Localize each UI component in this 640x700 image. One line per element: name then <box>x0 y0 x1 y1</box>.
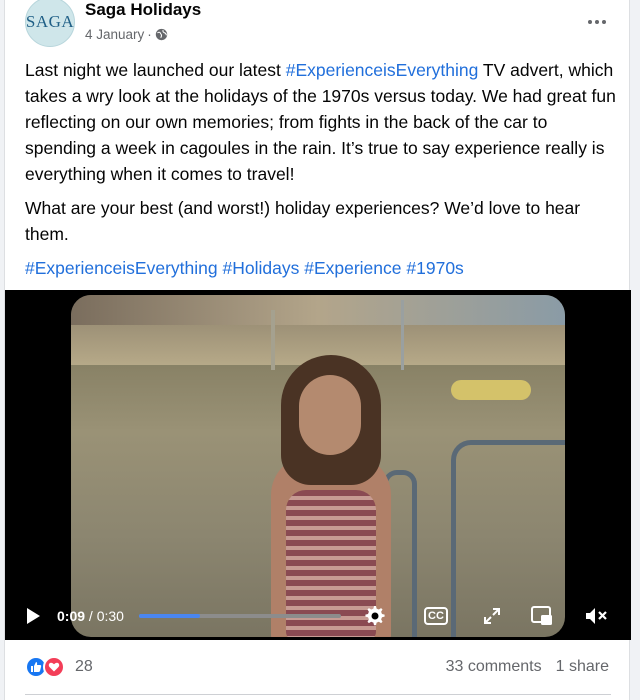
reactions-summary[interactable]: 28 <box>25 656 93 678</box>
reaction-count: 28 <box>75 658 93 675</box>
hashtag-link[interactable]: #ExperienceisEverything <box>286 60 479 80</box>
post-paragraph-1: Last night we launched our latest #Exper… <box>25 57 619 187</box>
hashtag-link[interactable]: #Experience <box>304 258 401 278</box>
hashtag-line: #ExperienceisEverything #Holidays #Exper… <box>25 255 619 281</box>
frame-pole <box>401 300 404 370</box>
progress-bar[interactable] <box>139 614 341 618</box>
more-dot <box>588 20 592 24</box>
play-icon[interactable] <box>23 606 43 626</box>
avatar[interactable]: SAGA <box>25 0 75 47</box>
post-header: SAGA Saga Holidays 4 January · <box>5 0 629 50</box>
frame-sky <box>71 295 565 325</box>
frame-pole <box>271 310 275 370</box>
mute-icon[interactable] <box>583 604 609 628</box>
engagement-stats: 33 comments 1 share <box>446 658 609 676</box>
progress-fill <box>139 614 200 618</box>
paragraph-text: Last night we launched our latest <box>25 60 286 80</box>
globe-icon[interactable] <box>155 28 168 41</box>
fullscreen-icon[interactable] <box>479 604 505 628</box>
post-date-link[interactable]: 4 January <box>85 27 144 42</box>
frame-boat <box>451 380 531 400</box>
love-icon <box>43 656 65 678</box>
settings-icon[interactable] <box>361 604 387 628</box>
page-name-link[interactable]: Saga Holidays <box>85 0 201 20</box>
more-options-button[interactable] <box>583 8 611 36</box>
video-player[interactable]: 0:09 / 0:30 CC <box>5 290 631 640</box>
hashtag-link[interactable]: #ExperienceisEverything <box>25 258 218 278</box>
video-time: 0:09 / 0:30 <box>57 608 124 624</box>
video-controls: 0:09 / 0:30 CC <box>5 602 631 630</box>
post-card: SAGA Saga Holidays 4 January · Last nigh… <box>4 0 631 700</box>
hashtag-link[interactable]: #1970s <box>406 258 463 278</box>
duration: 0:30 <box>96 608 124 624</box>
post-footer: 28 33 comments 1 share <box>5 648 629 690</box>
current-time: 0:09 <box>57 608 86 624</box>
comments-link[interactable]: 33 comments <box>446 658 542 676</box>
video-frame[interactable] <box>71 295 565 637</box>
frame-girl-face <box>299 375 361 455</box>
shares-link[interactable]: 1 share <box>556 658 609 676</box>
time-separator: / <box>85 608 97 624</box>
cc-label: CC <box>424 607 448 625</box>
more-dot <box>595 20 599 24</box>
more-dot <box>602 20 606 24</box>
meta-separator: · <box>147 27 152 42</box>
post-body: Last night we launched our latest #Exper… <box>25 57 619 289</box>
hashtag-link[interactable]: #Holidays <box>222 258 299 278</box>
picture-in-picture-icon[interactable] <box>529 604 555 628</box>
post-meta: 4 January · <box>85 27 168 42</box>
post-paragraph-2: What are your best (and worst!) holiday … <box>25 198 581 244</box>
footer-divider <box>25 694 611 695</box>
captions-icon[interactable]: CC <box>423 604 449 628</box>
